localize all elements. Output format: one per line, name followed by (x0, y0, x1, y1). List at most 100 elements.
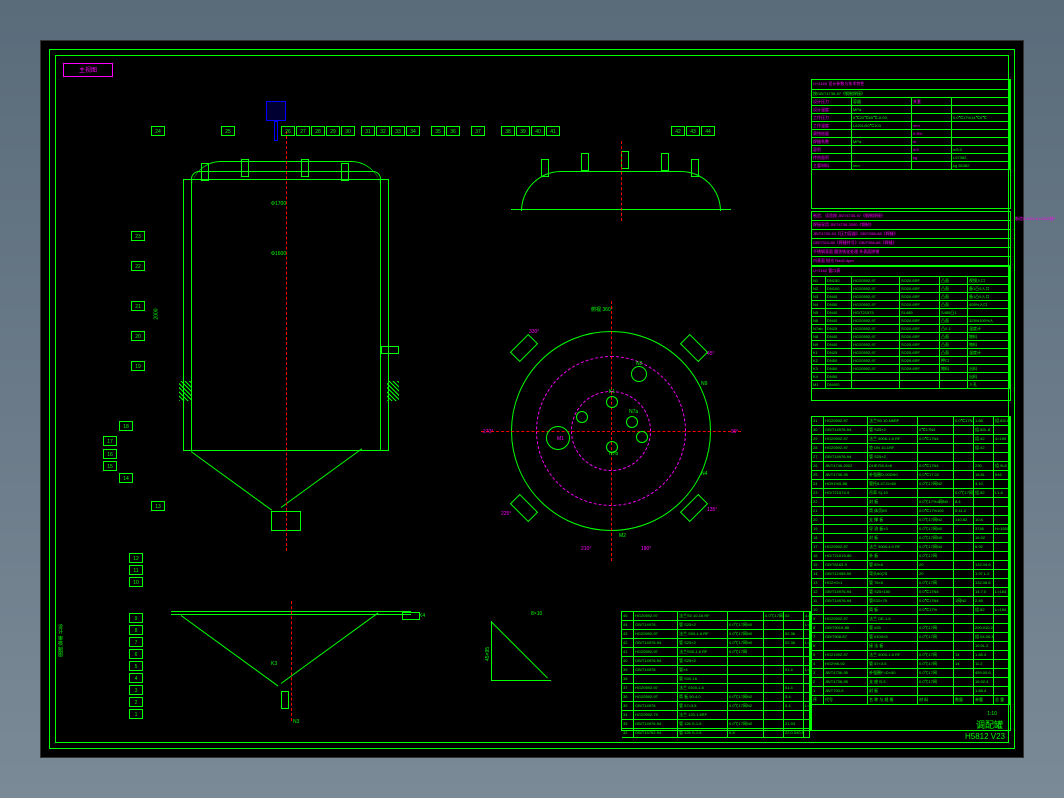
angle-135: 135° (707, 507, 717, 513)
label-n4: N4 (701, 471, 707, 477)
callout-20: 20 (131, 331, 145, 341)
label-m1: M1 (557, 436, 564, 442)
angle-270: 270° (483, 429, 493, 435)
label-k3-bot: K3 (271, 661, 277, 667)
label-n9: N9 (701, 381, 707, 387)
support-lug-r (387, 381, 399, 401)
label-n3-bot: N3 (293, 719, 299, 725)
parts-table-left: 45HG20592-97法兰S0 10-16 RF0.0℃17网N4024.82… (621, 611, 811, 731)
dim-jacket: Φ1700 (271, 201, 286, 207)
callout-36: 36 (446, 126, 460, 136)
side-annotation: 设计 审核 制图 (57, 624, 64, 657)
callout-28: 28 (311, 126, 325, 136)
parts-table-right: 31HG20592-97法兰S0 10-N6RF0.0℃17N41.68组.82… (811, 416, 1011, 731)
nozzle-top-4 (341, 163, 349, 181)
callout-29: 29 (326, 126, 340, 136)
lug-sw (510, 494, 538, 522)
lug-nw (510, 334, 538, 362)
callout-15: 15 (103, 461, 117, 471)
nozzle-top-1 (201, 163, 209, 181)
nozzle-top-3 (301, 159, 309, 177)
callout-1: 1 (129, 709, 143, 719)
callout-33: 33 (391, 126, 405, 136)
callout-12: 12 (129, 553, 143, 563)
callout-21: 21 (131, 301, 145, 311)
tank-elevation-view: Φ1600 Φ1700 2000 (141, 131, 431, 591)
plan-view: 俯视 360° 90° 270° 45° 135° 180° 225° 330°… (481, 301, 741, 561)
callout-25: 25 (221, 126, 235, 136)
callout-14: 14 (119, 473, 133, 483)
support-lug-l (179, 381, 191, 401)
callout-10: 10 (129, 577, 143, 587)
head-detail-view (491, 131, 751, 251)
callout-27: 27 (296, 126, 310, 136)
callout-38: 38 (501, 126, 515, 136)
callout-32: 32 (376, 126, 390, 136)
callout-26: 26 (281, 126, 295, 136)
plan-centerline-v (611, 301, 612, 561)
callout-42: 42 (671, 126, 685, 136)
callout-5: 5 (129, 661, 143, 671)
overflow-note: 制造5:10% U+2162前* (1015, 216, 1064, 222)
angle-90: 90° (731, 429, 739, 435)
nozzle-header: U+2162 管口表 (812, 267, 1010, 276)
angle-180: 180° (641, 546, 651, 552)
nozzle-n2 (631, 366, 647, 382)
label-k1: K1 (609, 389, 615, 395)
motor-icon (266, 101, 286, 121)
callout-40: 40 (531, 126, 545, 136)
label-n2: N2 (636, 361, 642, 367)
callout-41: 41 (546, 126, 560, 136)
callout-16: 16 (103, 449, 117, 459)
spec-std: 按GB/T4735-97《钢制焊接》 (812, 90, 1010, 97)
lug-ne (680, 334, 708, 362)
view-tag: 主视图 (63, 63, 113, 77)
nozzle-k1 (606, 396, 618, 408)
callout-3: 3 (129, 685, 143, 695)
drawing-scale: 1:10 (987, 711, 997, 717)
cone-left (191, 451, 272, 511)
callout-34: 34 (406, 126, 420, 136)
head-nozzle-2 (581, 153, 589, 171)
bracket-detail-view: 8×10 45×95 (481, 611, 601, 701)
callout-30: 30 (341, 126, 355, 136)
callout-13: 13 (151, 501, 165, 511)
nozzle-top-2 (241, 159, 249, 177)
callout-6: 6 (129, 649, 143, 659)
label-m2: M2 (619, 533, 626, 539)
angle-225: 225° (501, 511, 511, 517)
callout-35: 35 (431, 126, 445, 136)
callout-22: 22 (131, 261, 145, 271)
callout-17: 17 (103, 436, 117, 446)
jacket-drain (281, 691, 289, 709)
callout-39: 39 (516, 126, 530, 136)
dim-height: 2000 (154, 308, 160, 319)
callout-43: 43 (686, 126, 700, 136)
bracket-h: 45×95 (485, 647, 491, 661)
callout-31: 31 (361, 126, 375, 136)
callout-24: 24 (151, 126, 165, 136)
bracket-dim: 8×10 (531, 611, 542, 617)
centerline-v (286, 131, 287, 551)
head-centerline (621, 141, 622, 221)
callout-19: 19 (131, 361, 145, 371)
label-k4: K4 (419, 613, 425, 619)
callout-9: 9 (129, 613, 143, 623)
jacket-centerline (291, 601, 292, 721)
callout-11: 11 (129, 565, 143, 575)
notes-block: 制造、试验按 JB/T4735-97《钢制焊接》焊接采用 JB/T4708-20… (811, 211, 1011, 266)
nozzle-n70 (636, 431, 648, 443)
callout-37: 37 (471, 126, 485, 136)
jacket-nozzle-k4 (402, 612, 420, 620)
head-nozzle-3 (621, 151, 629, 169)
head-nozzle-5 (691, 159, 699, 177)
label-n7a: N7a (629, 409, 638, 415)
drawing-number: H5812 V23 (965, 732, 1005, 741)
head-nozzle-4 (661, 153, 669, 171)
dim-diameter: Φ1600 (271, 251, 286, 257)
jacket-bottom-view: N3 K4 K3 (151, 601, 431, 741)
callout-8: 8 (129, 625, 143, 635)
callout-2: 2 (129, 697, 143, 707)
nozzle-side (381, 346, 399, 354)
spec-header: U+2160 设计参数与技术特性 (812, 80, 1010, 89)
